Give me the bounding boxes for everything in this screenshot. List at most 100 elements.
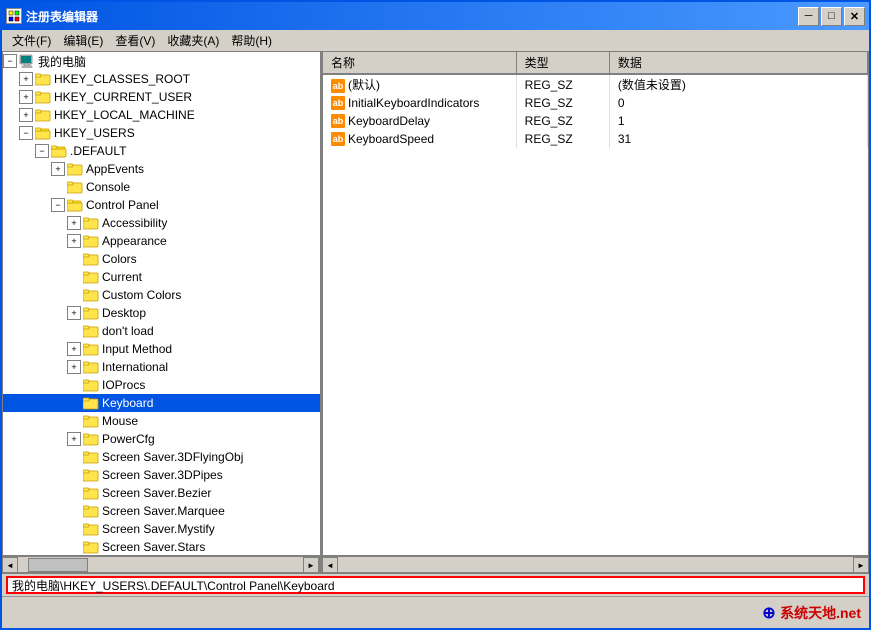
folder-icon-hkcr <box>35 72 51 86</box>
cell-name: abKeyboardDelay <box>323 112 516 130</box>
expand-btn-controlpanel[interactable]: − <box>51 198 65 212</box>
tree-item-accessibility[interactable]: + Accessibility <box>3 214 320 232</box>
expand-btn-desktop[interactable]: + <box>67 306 81 320</box>
tree-item-ssbezier[interactable]: Screen Saver.Bezier <box>3 484 320 502</box>
folder-icon-appevents <box>67 162 83 176</box>
cell-data: 1 <box>609 112 867 130</box>
table-row[interactable]: abKeyboardDelay REG_SZ 1 <box>323 112 868 130</box>
tree-item-ioprocs[interactable]: IOProcs <box>3 376 320 394</box>
expand-btn-international[interactable]: + <box>67 360 81 374</box>
expand-btn-accessibility[interactable]: + <box>67 216 81 230</box>
folder-icon-keyboard <box>83 396 99 410</box>
statusbar: 我的电脑\HKEY_USERS\.DEFAULT\Control Panel\K… <box>2 572 869 596</box>
menu-file[interactable]: 文件(F) <box>6 30 57 51</box>
tree-item-ssmystify[interactable]: Screen Saver.Mystify <box>3 520 320 538</box>
cell-type: REG_SZ <box>516 130 609 148</box>
tree-item-keyboard[interactable]: Keyboard <box>3 394 320 412</box>
table-row[interactable]: ab(默认) REG_SZ (数值未设置) <box>323 74 868 94</box>
right-scroll[interactable]: 名称 类型 数据 ab(默认) REG_SZ (数值未设置) abInitial… <box>323 52 868 555</box>
cell-data: (数值未设置) <box>609 74 867 94</box>
expand-btn-appearance[interactable]: + <box>67 234 81 248</box>
tree-item-controlpanel[interactable]: − Control Panel <box>3 196 320 214</box>
expand-btn-default[interactable]: − <box>35 144 49 158</box>
right-panel: 名称 类型 数据 ab(默认) REG_SZ (数值未设置) abInitial… <box>323 52 868 555</box>
tree-item-international[interactable]: + International <box>3 358 320 376</box>
folder-icon-controlpanel <box>67 198 83 212</box>
no-expand-keyboard <box>67 396 81 410</box>
tree-item-ssmarquee[interactable]: Screen Saver.Marquee <box>3 502 320 520</box>
tree-item-appearance[interactable]: + Appearance <box>3 232 320 250</box>
folder-icon-default <box>51 144 67 158</box>
right-hscroll-track[interactable] <box>338 557 853 572</box>
expand-btn-inputmethod[interactable]: + <box>67 342 81 356</box>
item-label-accessibility: Accessibility <box>102 216 167 230</box>
no-expand-ss3dflying <box>67 450 81 464</box>
tree-item-ssstars[interactable]: Screen Saver.Stars <box>3 538 320 555</box>
tree-item-console[interactable]: Console <box>3 178 320 196</box>
expand-btn-hku[interactable]: − <box>19 126 33 140</box>
tree-item-ss3dflying[interactable]: Screen Saver.3DFlyingObj <box>3 448 320 466</box>
col-type[interactable]: 类型 <box>516 52 609 74</box>
menu-view[interactable]: 查看(V) <box>109 30 161 51</box>
tree-item-hkcr[interactable]: + HKEY_CLASSES_ROOT <box>3 70 320 88</box>
expand-btn-mypc[interactable]: − <box>3 54 17 68</box>
tree-item-powercfg[interactable]: + PowerCfg <box>3 430 320 448</box>
expand-btn-hkcu[interactable]: + <box>19 90 33 104</box>
cell-name: ab(默认) <box>323 74 516 94</box>
left-hscroll-thumb[interactable] <box>28 558 88 572</box>
col-data[interactable]: 数据 <box>609 52 867 74</box>
tree-item-desktop[interactable]: + Desktop <box>3 304 320 322</box>
folder-icon-dontload <box>83 324 99 338</box>
menu-help[interactable]: 帮助(H) <box>225 30 278 51</box>
no-expand-current <box>67 270 81 284</box>
item-label-ssmystify: Screen Saver.Mystify <box>102 522 215 536</box>
minimize-button[interactable]: ─ <box>798 7 819 26</box>
expand-btn-hkcr[interactable]: + <box>19 72 33 86</box>
value-icon: ab <box>331 132 345 146</box>
maximize-button[interactable]: □ <box>821 7 842 26</box>
table-row[interactable]: abInitialKeyboardIndicators REG_SZ 0 <box>323 94 868 112</box>
menu-favorites[interactable]: 收藏夹(A) <box>161 30 225 51</box>
menu-edit[interactable]: 编辑(E) <box>57 30 109 51</box>
item-label-ssmarquee: Screen Saver.Marquee <box>102 504 225 518</box>
tree-item-hkcu[interactable]: + HKEY_CURRENT_USER <box>3 88 320 106</box>
tree-item-mouse[interactable]: Mouse <box>3 412 320 430</box>
main-window: 注册表编辑器 ─ □ ✕ 文件(F) 编辑(E) 查看(V) 收藏夹(A) 帮助… <box>0 0 871 630</box>
tree-item-mypc[interactable]: − 我的电脑 <box>3 52 320 70</box>
left-scroll-right[interactable]: ► <box>303 557 319 573</box>
tree-item-hku[interactable]: − HKEY_USERS <box>3 124 320 142</box>
expand-btn-powercfg[interactable]: + <box>67 432 81 446</box>
table-row[interactable]: abKeyboardSpeed REG_SZ 31 <box>323 130 868 148</box>
tree-item-dontload[interactable]: don't load <box>3 322 320 340</box>
tree-item-ss3dpipes[interactable]: Screen Saver.3DPipes <box>3 466 320 484</box>
tree-item-default[interactable]: − .DEFAULT <box>3 142 320 160</box>
left-hscroll-track[interactable] <box>18 557 303 572</box>
registry-tbody: ab(默认) REG_SZ (数值未设置) abInitialKeyboardI… <box>323 74 868 148</box>
col-name[interactable]: 名称 <box>323 52 516 74</box>
folder-icon-current <box>83 270 99 284</box>
no-expand-customcolors <box>67 288 81 302</box>
tree-scroll[interactable]: − 我的电脑+ HKEY_CLASSES_ROOT+ HKEY_CURRENT_… <box>3 52 320 555</box>
tree-item-colors[interactable]: Colors <box>3 250 320 268</box>
tree-item-hklm[interactable]: + HKEY_LOCAL_MACHINE <box>3 106 320 124</box>
close-button[interactable]: ✕ <box>844 7 865 26</box>
item-label-default: .DEFAULT <box>70 144 126 158</box>
right-scroll-left[interactable]: ◄ <box>322 557 338 573</box>
right-hscrollbar: ◄ ► <box>322 557 869 572</box>
item-label-hklm: HKEY_LOCAL_MACHINE <box>54 108 195 122</box>
tree-item-current[interactable]: Current <box>3 268 320 286</box>
expand-btn-appevents[interactable]: + <box>51 162 65 176</box>
cell-data: 0 <box>609 94 867 112</box>
right-scroll-right[interactable]: ► <box>853 557 869 573</box>
item-label-ss3dflying: Screen Saver.3DFlyingObj <box>102 450 243 464</box>
expand-btn-hklm[interactable]: + <box>19 108 33 122</box>
tree-item-inputmethod[interactable]: + Input Method <box>3 340 320 358</box>
item-label-customcolors: Custom Colors <box>102 288 181 302</box>
tree-item-customcolors[interactable]: Custom Colors <box>3 286 320 304</box>
no-expand-ssmystify <box>67 522 81 536</box>
left-scroll-left[interactable]: ◄ <box>2 557 18 573</box>
item-label-mouse: Mouse <box>102 414 138 428</box>
tree-item-appevents[interactable]: + AppEvents <box>3 160 320 178</box>
item-label-ss3dpipes: Screen Saver.3DPipes <box>102 468 223 482</box>
item-label-appearance: Appearance <box>102 234 167 248</box>
